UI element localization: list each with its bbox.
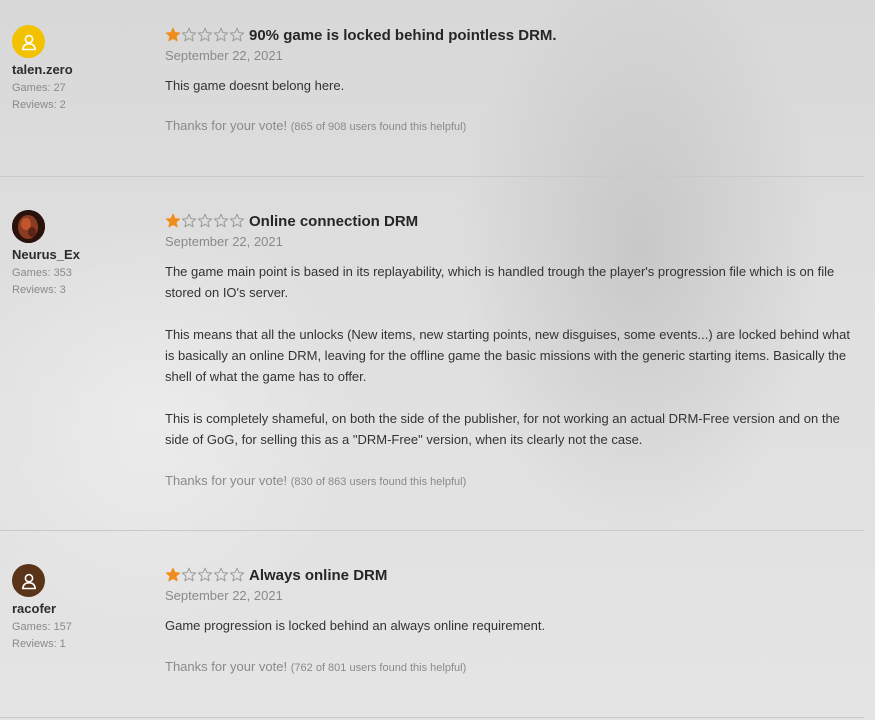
star-rating [165, 567, 245, 583]
review-content: Always online DRM September 22, 2021 Gam… [165, 564, 850, 675]
reviewer-info: Neurus_Ex Games: 353 Reviews: 3 [12, 210, 152, 299]
review-title: 90% game is locked behind pointless DRM. [249, 26, 557, 44]
reviewer-name[interactable]: talen.zero [12, 62, 152, 77]
thanks-vote-text: Thanks for your vote! [165, 118, 288, 133]
star-empty-icon [197, 213, 213, 228]
helpful-vote: Thanks for your vote! (830 of 863 users … [165, 473, 850, 488]
star-empty-icon [197, 567, 213, 582]
star-empty-icon [181, 27, 197, 42]
review-item: Neurus_Ex Games: 353 Reviews: 3 Online c… [0, 177, 864, 531]
reviewer-name[interactable]: Neurus_Ex [12, 247, 152, 262]
helpful-count: (830 of 863 users found this helpful) [290, 476, 467, 488]
review-text: The game main point is based in its repl… [165, 264, 835, 300]
star-empty-icon [181, 567, 197, 582]
star-rating [165, 27, 245, 43]
star-filled-icon [165, 567, 181, 582]
avatar[interactable] [12, 25, 45, 58]
reviewer-reviews-count: Reviews: 1 [12, 638, 66, 650]
review-item: racofer Games: 157 Reviews: 1 Always onl… [0, 531, 864, 718]
review-content: Online connection DRM September 22, 2021… [165, 210, 850, 489]
review-content: 90% game is locked behind pointless DRM.… [165, 24, 850, 134]
review-date: September 22, 2021 [165, 234, 283, 249]
star-filled-icon [165, 27, 181, 42]
default-user-icon [21, 573, 36, 589]
reviewer-games-count: Games: 27 [12, 82, 66, 94]
star-filled-icon [165, 213, 181, 228]
reviewer-reviews-count: Reviews: 2 [12, 99, 66, 111]
avatar[interactable] [12, 210, 45, 243]
star-empty-icon [213, 27, 229, 42]
star-empty-icon [229, 213, 245, 228]
star-empty-icon [213, 213, 229, 228]
photo-avatar-icon [12, 210, 45, 243]
helpful-count: (762 of 801 users found this helpful) [290, 662, 467, 674]
review-title: Always online DRM [249, 566, 388, 584]
reviewer-name[interactable]: racofer [12, 601, 152, 616]
reviewer-games-count: Games: 157 [12, 621, 72, 633]
star-empty-icon [229, 567, 245, 582]
helpful-vote: Thanks for your vote! (865 of 908 users … [165, 118, 850, 133]
review-text: This is completely shameful, on both the… [165, 411, 840, 447]
reviewer-reviews-count: Reviews: 3 [12, 284, 66, 296]
review-date: September 22, 2021 [165, 588, 283, 603]
review-title: Online connection DRM [249, 212, 419, 230]
thanks-vote-text: Thanks for your vote! [165, 473, 288, 488]
reviewer-info: racofer Games: 157 Reviews: 1 [12, 564, 152, 653]
helpful-vote: Thanks for your vote! (762 of 801 users … [165, 659, 850, 674]
star-empty-icon [229, 27, 245, 42]
review-item: talen.zero Games: 27 Reviews: 2 90% game… [0, 0, 864, 177]
avatar[interactable] [12, 564, 45, 597]
reviewer-games-count: Games: 353 [12, 267, 72, 279]
reviewer-info: talen.zero Games: 27 Reviews: 2 [12, 25, 152, 114]
review-text: Game progression is locked behind an alw… [165, 618, 546, 633]
review-text: This game doesnt belong here. [165, 78, 345, 93]
star-empty-icon [213, 567, 229, 582]
star-rating [165, 213, 245, 229]
default-user-icon [21, 34, 36, 50]
star-empty-icon [181, 213, 197, 228]
thanks-vote-text: Thanks for your vote! [165, 659, 288, 674]
review-date: September 22, 2021 [165, 48, 283, 63]
review-text: This means that all the unlocks (New ite… [165, 327, 850, 384]
helpful-count: (865 of 908 users found this helpful) [290, 121, 467, 133]
star-empty-icon [197, 27, 213, 42]
